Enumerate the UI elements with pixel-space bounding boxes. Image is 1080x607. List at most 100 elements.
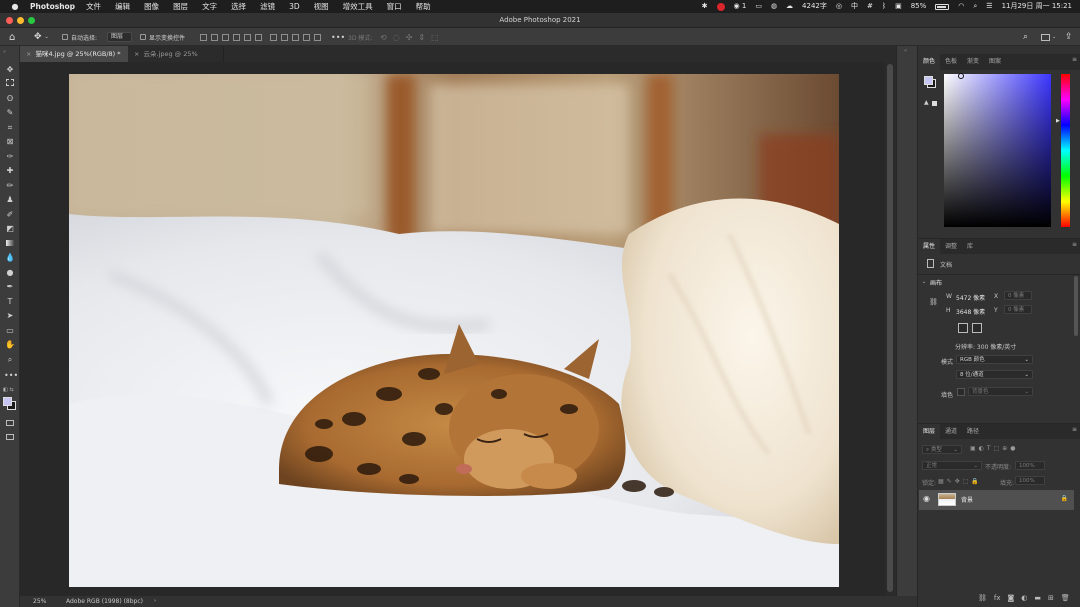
3d-roll-icon[interactable]: ◌ [393, 33, 400, 42]
align-buttons[interactable] [200, 28, 325, 46]
x-field[interactable]: 0 像素 [1004, 291, 1032, 300]
opacity-field[interactable]: 100% [1015, 461, 1045, 470]
hue-slider[interactable] [1061, 74, 1070, 227]
tab-channels[interactable]: 通道 [940, 424, 962, 440]
tab-paths[interactable]: 路径 [962, 424, 984, 440]
input-method[interactable]: 中 [851, 0, 858, 13]
zoom-level[interactable]: 25% [33, 596, 46, 607]
hashtag-icon[interactable]: # [867, 0, 873, 13]
default-colors-icon[interactable]: ◧ ⇆ [3, 387, 14, 393]
fill-color-swatch[interactable] [957, 388, 965, 396]
menu-layer[interactable]: 图层 [173, 0, 188, 13]
distribute-bottom-icon[interactable] [292, 33, 299, 41]
properties-scrollbar[interactable] [1074, 276, 1078, 336]
width-value[interactable]: 5472 像素 [956, 293, 985, 302]
share-icon[interactable]: ⇪ [1065, 28, 1073, 46]
panel-menu-icon[interactable]: ≡ [1072, 242, 1077, 248]
history-brush-icon[interactable]: ✐ [4, 209, 16, 220]
panel-menu-icon[interactable]: ≡ [1072, 57, 1077, 63]
3d-scale-icon[interactable]: ⬚ [431, 33, 439, 42]
fill-dropdown[interactable]: 背景色 ⌄ [968, 387, 1033, 396]
collapse-panel-icon[interactable]: » [3, 49, 6, 55]
hue-slider-handle[interactable]: ▶ [1056, 118, 1060, 124]
web-safe-icon[interactable] [932, 101, 937, 106]
type-icon[interactable]: T [4, 296, 16, 307]
3d-slide-icon[interactable]: ⇕ [418, 33, 425, 42]
blur-icon[interactable]: 💧 [4, 252, 16, 263]
dodge-icon[interactable]: ● [4, 267, 16, 278]
pen-icon[interactable]: ✒ [4, 281, 16, 292]
brush-icon[interactable]: ✏ [4, 180, 16, 191]
new-group-icon[interactable]: ▬ [1034, 594, 1041, 602]
vertical-scrollbar[interactable] [885, 62, 896, 596]
path-select-icon[interactable]: ➤ [4, 310, 16, 321]
align-vcenter-icon[interactable] [244, 33, 251, 41]
adjustment-layer-icon[interactable]: ◐ [1021, 594, 1027, 602]
hand-icon[interactable]: ✋ [4, 339, 16, 350]
workspace-icon[interactable]: ⌄ [1041, 28, 1056, 46]
menu-view[interactable]: 视图 [314, 0, 329, 13]
battery-percent[interactable]: 85% [911, 0, 927, 13]
align-bottom-icon[interactable] [255, 33, 262, 41]
auto-select-checkbox[interactable]: 自动选择: [62, 28, 97, 46]
height-value[interactable]: 3648 像素 [956, 307, 985, 316]
layer-filter-dropdown[interactable]: ⌕ 类型 ⌄ [922, 445, 962, 454]
eyedropper-icon[interactable]: ✑ [4, 151, 16, 162]
menu-type[interactable]: 文字 [202, 0, 217, 13]
frame-icon[interactable]: ⊠ [4, 136, 16, 147]
spotlight-search-icon[interactable]: ⌕ [973, 0, 977, 13]
menu-3d[interactable]: 3D [289, 0, 300, 13]
menu-edit[interactable]: 编辑 [115, 0, 130, 13]
section-toggle-icon[interactable]: ⌄ [922, 279, 926, 285]
distribute-left-icon[interactable] [303, 33, 310, 41]
landscape-orientation-button[interactable] [972, 323, 982, 333]
expand-panels-icon[interactable]: « [904, 48, 907, 54]
add-mask-icon[interactable]: ◙ [1008, 594, 1015, 602]
gradient-icon[interactable] [4, 238, 16, 249]
eye-icon[interactable]: ◉ [923, 494, 930, 503]
color-profile[interactable]: Adobe RGB (1998) (8bpc) [66, 596, 143, 607]
3d-mode-buttons[interactable]: ⟲ ◌ ✣ ⇕ ⬚ [380, 28, 439, 46]
foreground-color-chip[interactable] [924, 76, 933, 85]
tab-swatches[interactable]: 色板 [940, 54, 962, 70]
lock-icons[interactable]: ▦✎✥⬚🔒 [938, 478, 982, 485]
move-icon[interactable]: ✥ [4, 64, 16, 75]
link-layers-icon[interactable]: ⛓ [978, 594, 987, 602]
menu-help[interactable]: 帮助 [416, 0, 431, 13]
healing-brush-icon[interactable]: ✚ [4, 165, 16, 176]
y-field[interactable]: 0 像素 [1004, 305, 1032, 314]
wechat-icon[interactable]: ◉ 1 [734, 0, 747, 13]
battery-icon[interactable] [935, 3, 950, 10]
control-center-icon[interactable]: ☰ [986, 0, 992, 13]
panel-menu-icon[interactable]: ≡ [1072, 427, 1077, 433]
quick-mask-icon[interactable] [4, 418, 16, 429]
layer-filter-icons[interactable]: ▣◐T⬚⊕● [970, 445, 1019, 452]
menu-filter[interactable]: 滤镜 [260, 0, 275, 13]
crop-icon[interactable]: ⌗ [4, 122, 16, 133]
auto-select-dropdown[interactable]: 图层 [107, 28, 133, 46]
display-icon[interactable]: ▭ [755, 0, 762, 13]
layer-style-icon[interactable]: fx [994, 594, 1001, 602]
menu-select[interactable]: 选择 [231, 0, 246, 13]
home-icon[interactable]: ⌂ [9, 28, 15, 46]
tab-cat-document[interactable]: × 猫咪4.jpg @ 25%(RGB/8) * [20, 46, 128, 62]
rectangle-icon[interactable]: ▭ [4, 325, 16, 336]
screen-icon[interactable]: ▣ [895, 0, 902, 13]
circle-tool-icon[interactable]: ◎ [836, 0, 842, 13]
align-top-icon[interactable] [233, 33, 240, 41]
delete-layer-icon[interactable]: 🗑 [1061, 594, 1070, 602]
align-hcenter-icon[interactable] [211, 33, 218, 41]
eraser-icon[interactable]: ◩ [4, 223, 16, 234]
tab-color[interactable]: 颜色 [918, 54, 941, 70]
word-count[interactable]: 4242字 [802, 0, 827, 13]
3d-pan-icon[interactable]: ✣ [406, 33, 413, 42]
menu-image[interactable]: 图像 [144, 0, 159, 13]
new-layer-icon[interactable]: ⊞ [1048, 594, 1054, 602]
tab-adjustments[interactable]: 调整 [940, 239, 962, 255]
sync-icon[interactable]: ◍ [771, 0, 777, 13]
clock[interactable]: 11月29日 周一 15:21 [1002, 0, 1072, 13]
apple-menu-icon[interactable]: ● [10, 0, 20, 13]
screen-mode-icon[interactable] [4, 432, 16, 443]
portrait-orientation-button[interactable] [958, 323, 968, 333]
distribute-top-icon[interactable] [270, 33, 277, 41]
